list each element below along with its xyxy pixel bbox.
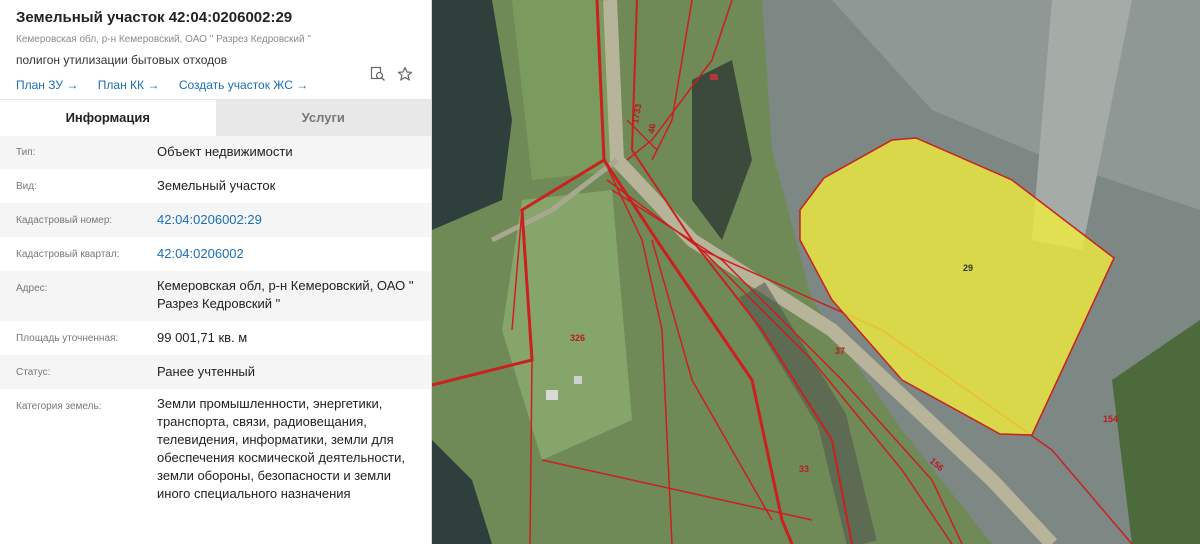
info-table: Тип: Объект недвижимости Вид: Земельный … (0, 135, 431, 511)
map-view[interactable]: 29 1733 46 326 37 33 156 154 (432, 0, 1200, 544)
info-row-land-category: Категория земель: Земли промышленности, … (0, 389, 431, 511)
info-label: Тип: (16, 147, 36, 158)
parcel-title: Земельный участок 42:04:0206002:29 (16, 9, 293, 26)
header-icons (369, 65, 413, 82)
info-label: Вид: (16, 181, 37, 192)
panel-tabs: Информация Услуги (0, 99, 431, 136)
info-row-status: Статус: Ранее учтенный (0, 355, 431, 389)
cadastral-quarter-link[interactable]: 42:04:0206002 (157, 237, 415, 271)
parcel-label-37: 37 (835, 346, 845, 356)
info-label: Статус: (16, 367, 51, 378)
info-value: Ранее учтенный (157, 364, 255, 379)
parcel-links: План ЗУ → План КК → Создать участок ЖС → (16, 76, 415, 92)
info-label: Адрес: (16, 283, 48, 294)
parcel-subtitle: Кемеровская обл, р-н Кемеровский, ОАО " … (16, 34, 311, 45)
star-icon[interactable] (396, 65, 413, 82)
parcel-label-29: 29 (963, 263, 973, 273)
info-value: Земли промышленности, энергетики, трансп… (157, 396, 405, 501)
cadastral-number-link[interactable]: 42:04:0206002:29 (157, 203, 415, 237)
info-panel: Земельный участок 42:04:0206002:29 Кемер… (0, 0, 432, 544)
info-label: Кадастровый квартал: (16, 249, 120, 260)
info-row-cadastral-number: Кадастровый номер: 42:04:0206002:29 (0, 203, 431, 237)
info-row-address: Адрес: Кемеровская обл, р-н Кемеровский,… (0, 271, 431, 321)
create-parcel-link[interactable]: Создать участок ЖС → (179, 77, 308, 93)
plan-zu-link[interactable]: План ЗУ → (16, 77, 78, 93)
building (546, 390, 558, 400)
plan-kk-link[interactable]: План КК → (98, 77, 160, 93)
parcel-label-326: 326 (570, 333, 585, 343)
parcel-usage: полигон утилизации бытовых отходов (16, 53, 228, 67)
info-label: Площадь уточненная: (16, 333, 119, 344)
tab-services[interactable]: Услуги (215, 100, 431, 136)
map-canvas[interactable]: 29 1733 46 326 37 33 156 154 (432, 0, 1200, 544)
info-row-area: Площадь уточненная: 99 001,71 кв. м (0, 321, 431, 355)
search-doc-icon[interactable] (369, 65, 386, 82)
info-value: 99 001,71 кв. м (157, 330, 248, 345)
info-label: Кадастровый номер: (16, 215, 113, 226)
info-row-cadastral-quarter: Кадастровый квартал: 42:04:0206002 (0, 237, 431, 271)
parcel-label-46: 46 (646, 123, 658, 135)
info-row-kind: Вид: Земельный участок (0, 169, 431, 203)
building (710, 74, 718, 80)
parcel-label-154: 154 (1103, 414, 1118, 424)
panel-header: Земельный участок 42:04:0206002:29 Кемер… (0, 0, 431, 99)
info-label: Категория земель: (16, 401, 102, 412)
info-row-type: Тип: Объект недвижимости (0, 135, 431, 169)
building (574, 376, 582, 384)
info-value: Кемеровская обл, р-н Кемеровский, ОАО " … (157, 278, 414, 311)
tab-info[interactable]: Информация (0, 100, 216, 136)
info-value: Земельный участок (157, 178, 276, 193)
parcel-label-33: 33 (799, 464, 809, 474)
info-value: Объект недвижимости (157, 144, 293, 159)
